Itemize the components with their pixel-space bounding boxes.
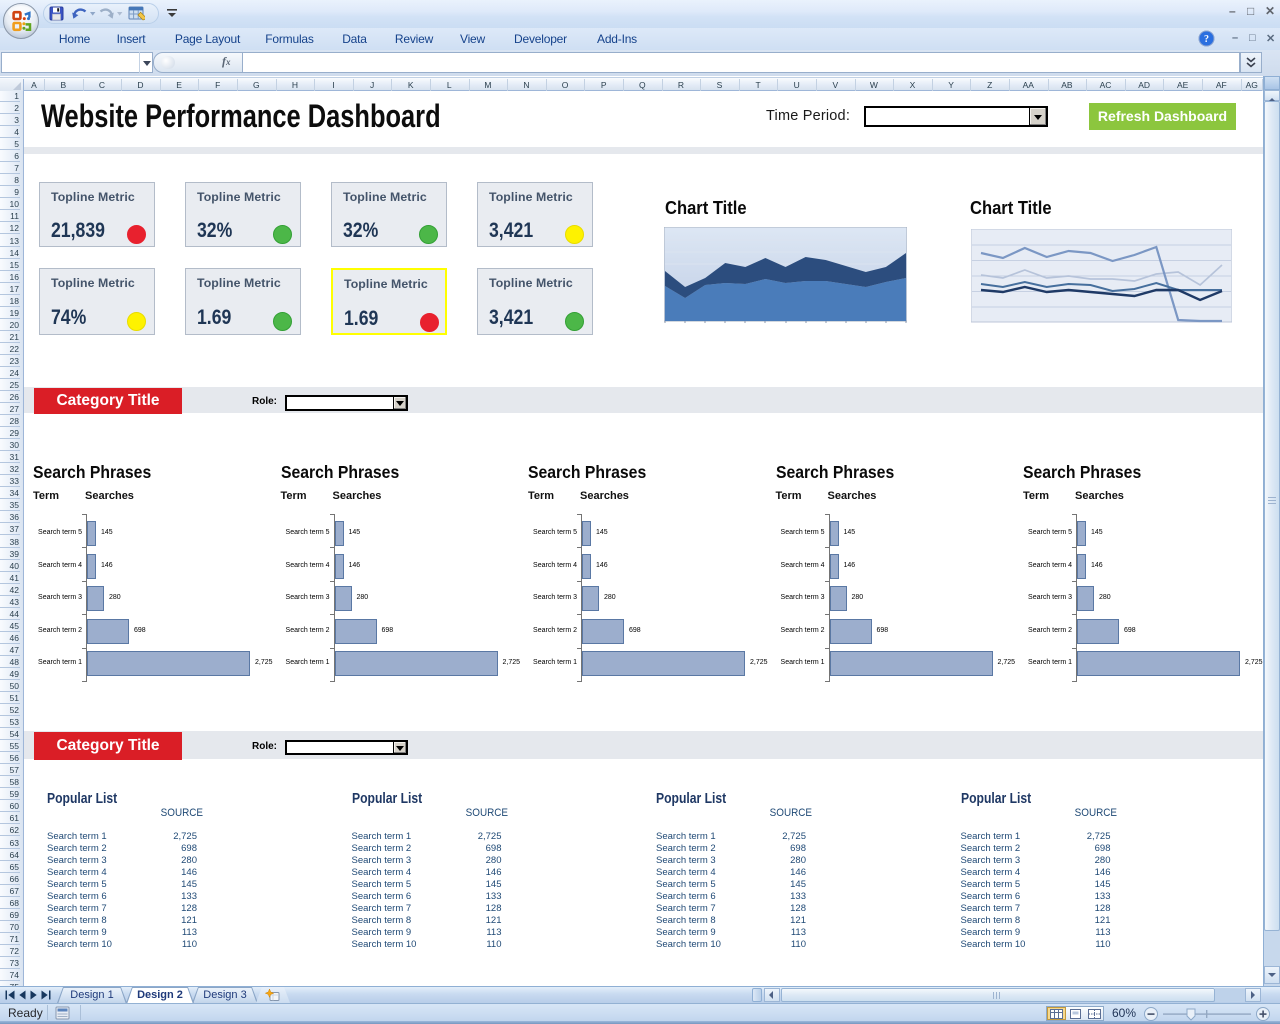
svg-text:?: ? bbox=[1204, 34, 1209, 45]
